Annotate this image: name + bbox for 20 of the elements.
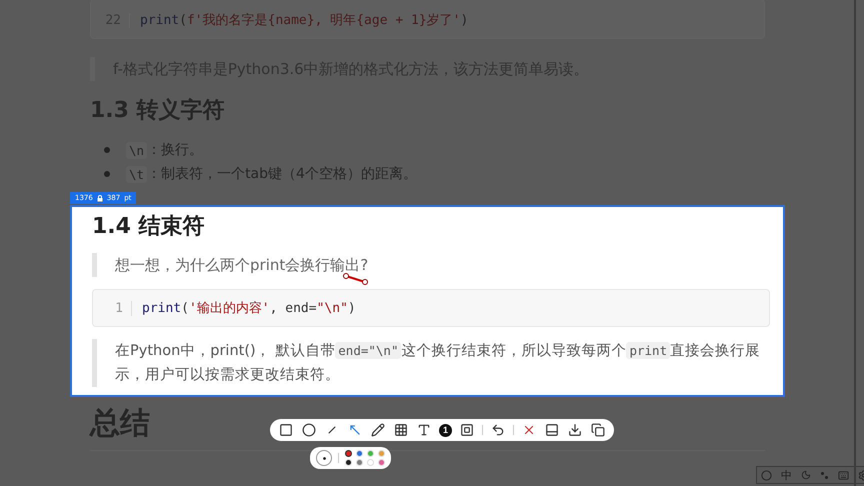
code-line: print('输出的内容', end="\n") — [141, 300, 356, 317]
pencil-icon[interactable] — [370, 422, 386, 438]
undo-icon[interactable] — [490, 422, 506, 438]
copy-icon[interactable] — [590, 422, 606, 438]
number-tool[interactable]: 1 — [439, 424, 452, 436]
text-tool-icon[interactable] — [416, 422, 432, 438]
download-icon[interactable] — [567, 422, 583, 438]
pen-size-icon[interactable] — [316, 450, 332, 466]
lock-icon — [96, 194, 103, 202]
grid-icon[interactable] — [393, 422, 409, 438]
rectangle-icon[interactable] — [278, 422, 294, 438]
color-swatch[interactable] — [345, 450, 352, 457]
pin-icon[interactable] — [544, 422, 560, 438]
circle-icon[interactable] — [301, 422, 317, 438]
note-paragraph: 在Python中，print()， 默认自带 end="\n" 这个换行结束符，所以导致每两个 print 直接会换行展示，用户可以按需求更改结束符。 — [92, 339, 770, 387]
section-heading: 1.4 结束符 — [92, 213, 206, 241]
arrow-annotation — [343, 273, 369, 285]
line-number: 1 — [93, 300, 132, 316]
code-line: print(f'我的名字是{name}, 明年{age + 1}岁了') — [139, 12, 468, 29]
square-frame-icon[interactable] — [459, 422, 475, 438]
